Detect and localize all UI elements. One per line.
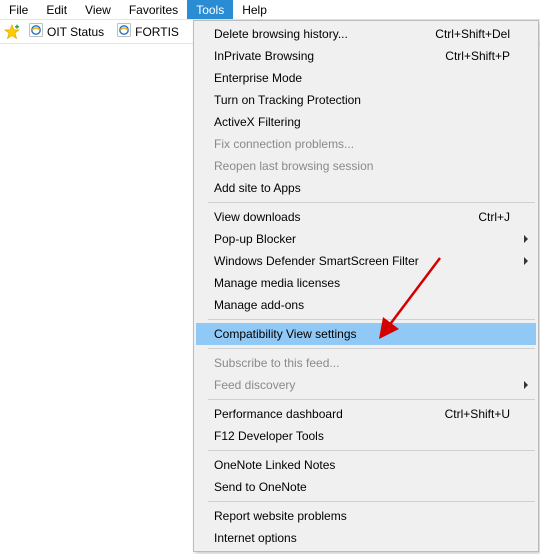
menu-item-report-website-problems[interactable]: Report website problems [196,505,536,527]
menu-item-label: Internet options [214,531,510,545]
chevron-right-icon [524,381,528,389]
menu-item-view-downloads[interactable]: View downloadsCtrl+J [196,206,536,228]
menu-item-label: Manage media licenses [214,276,510,290]
menu-edit[interactable]: Edit [37,0,76,19]
favorite-label: OIT Status [47,25,104,39]
menu-item-turn-on-tracking-protection[interactable]: Turn on Tracking Protection [196,89,536,111]
menu-item-label: Compatibility View settings [214,327,510,341]
menu-item-enterprise-mode[interactable]: Enterprise Mode [196,67,536,89]
menu-separator [208,319,535,320]
menubar: File Edit View Favorites Tools Help [0,0,540,20]
menu-view[interactable]: View [76,0,120,19]
add-favorite-icon[interactable] [4,24,20,40]
menu-separator [208,348,535,349]
menu-separator [208,501,535,502]
menu-item-windows-defender-smartscreen-filter[interactable]: Windows Defender SmartScreen Filter [196,250,536,272]
menu-favorites[interactable]: Favorites [120,0,187,19]
menu-item-delete-browsing-history[interactable]: Delete browsing history...Ctrl+Shift+Del [196,23,536,45]
favorite-oit-status[interactable]: OIT Status [24,21,108,42]
menu-item-label: Windows Defender SmartScreen Filter [214,254,510,268]
menu-item-label: Delete browsing history... [214,27,435,41]
menu-separator [208,450,535,451]
menu-item-label: Feed discovery [214,378,510,392]
menu-separator [208,202,535,203]
menu-item-manage-media-licenses[interactable]: Manage media licenses [196,272,536,294]
menu-item-f12-developer-tools[interactable]: F12 Developer Tools [196,425,536,447]
menu-item-reopen-last-browsing-session: Reopen last browsing session [196,155,536,177]
menu-item-label: View downloads [214,210,478,224]
menu-item-label: InPrivate Browsing [214,49,445,63]
menu-item-subscribe-to-this-feed: Subscribe to this feed... [196,352,536,374]
menu-item-compatibility-view-settings[interactable]: Compatibility View settings [196,323,536,345]
menu-item-label: Enterprise Mode [214,71,510,85]
menu-item-manage-add-ons[interactable]: Manage add-ons [196,294,536,316]
favorite-fortis[interactable]: FORTIS [112,21,183,42]
menu-separator [208,399,535,400]
tools-dropdown: Delete browsing history...Ctrl+Shift+Del… [193,20,539,552]
menu-item-pop-up-blocker[interactable]: Pop-up Blocker [196,228,536,250]
menu-item-label: Report website problems [214,509,510,523]
menu-item-activex-filtering[interactable]: ActiveX Filtering [196,111,536,133]
menu-item-shortcut: Ctrl+Shift+U [445,407,510,421]
menu-item-shortcut: Ctrl+J [478,210,510,224]
menu-item-label: Subscribe to this feed... [214,356,510,370]
chevron-right-icon [524,235,528,243]
menu-item-label: ActiveX Filtering [214,115,510,129]
menu-item-label: OneNote Linked Notes [214,458,510,472]
menu-item-label: F12 Developer Tools [214,429,510,443]
menu-item-feed-discovery: Feed discovery [196,374,536,396]
ie-page-icon [116,22,132,41]
menu-item-label: Add site to Apps [214,181,510,195]
menu-item-inprivate-browsing[interactable]: InPrivate BrowsingCtrl+Shift+P [196,45,536,67]
menu-item-label: Reopen last browsing session [214,159,510,173]
menu-item-add-site-to-apps[interactable]: Add site to Apps [196,177,536,199]
menu-file[interactable]: File [0,0,37,19]
menu-item-shortcut: Ctrl+Shift+P [445,49,510,63]
menu-item-performance-dashboard[interactable]: Performance dashboardCtrl+Shift+U [196,403,536,425]
favorite-label: FORTIS [135,25,179,39]
ie-page-icon [28,22,44,41]
menu-item-onenote-linked-notes[interactable]: OneNote Linked Notes [196,454,536,476]
chevron-right-icon [524,257,528,265]
menu-item-label: Send to OneNote [214,480,510,494]
menu-item-label: Turn on Tracking Protection [214,93,510,107]
menu-item-label: Fix connection problems... [214,137,510,151]
menu-item-fix-connection-problems: Fix connection problems... [196,133,536,155]
menu-tools[interactable]: Tools [187,0,233,19]
menu-item-label: Pop-up Blocker [214,232,510,246]
menu-item-internet-options[interactable]: Internet options [196,527,536,549]
menu-help[interactable]: Help [233,0,276,19]
menu-item-label: Manage add-ons [214,298,510,312]
menu-item-label: Performance dashboard [214,407,445,421]
menu-item-shortcut: Ctrl+Shift+Del [435,27,510,41]
menu-item-send-to-onenote[interactable]: Send to OneNote [196,476,536,498]
